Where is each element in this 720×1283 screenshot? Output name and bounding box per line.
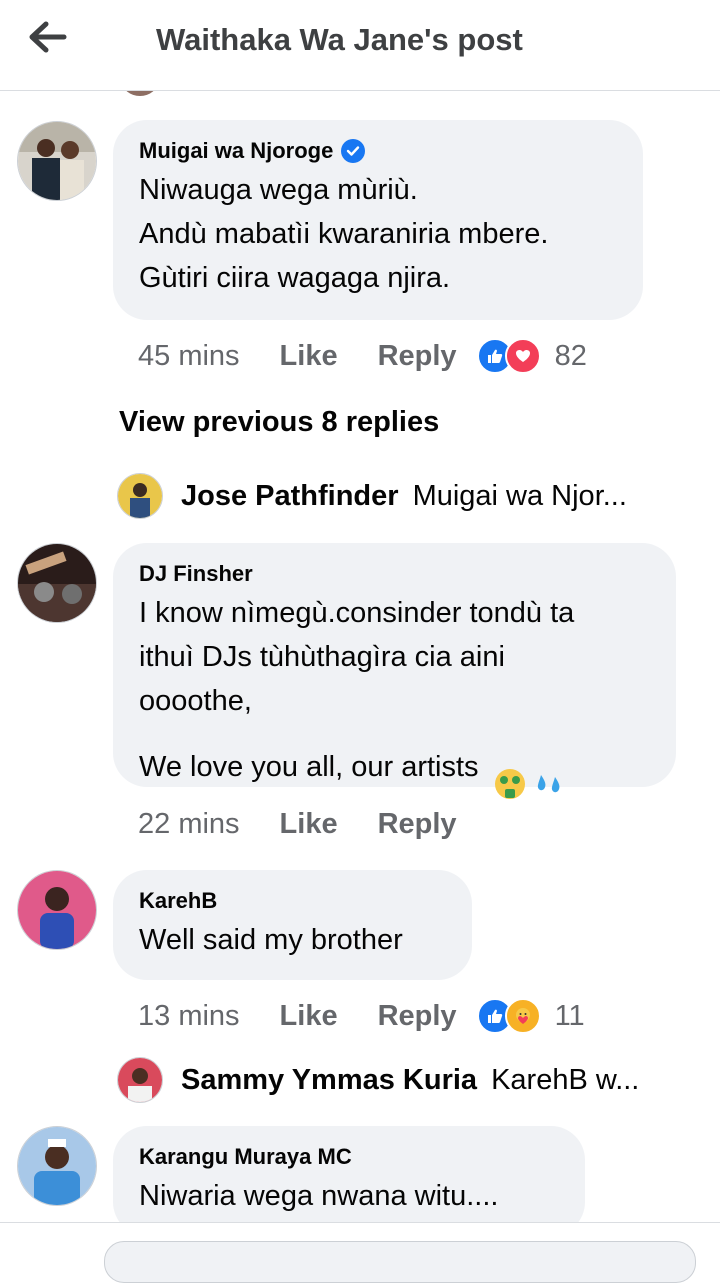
reply-button[interactable]: Reply [378,340,457,373]
reply-preview[interactable]: Jose Pathfinder Muigai wa Njor... [117,472,627,520]
comment-bubble[interactable]: Karangu Muraya MC Niwaria wega nwana wit… [113,1126,585,1236]
reactions-summary[interactable]: 11 [476,998,585,1034]
author-name: KarehB [139,888,218,913]
reply-snippet: Muigai wa Njor... [412,479,627,512]
reply-button[interactable]: Reply [378,808,457,841]
reaction-count: 11 [554,999,585,1032]
comment-bubble[interactable]: DJ Finsher I know nìmegù.consinder tondù… [113,543,676,799]
comment-bubble[interactable]: KarehB Well said my brother [113,870,472,980]
avatar-karangu[interactable] [17,1126,97,1206]
comment-author[interactable]: KarehB [139,888,446,914]
verified-badge-icon [341,139,366,163]
money-mouth-face-icon [493,723,527,814]
reply-button[interactable]: Reply [378,1000,457,1033]
avatar-muigai[interactable] [17,121,97,201]
comment-input[interactable] [104,1241,696,1283]
comment-time[interactable]: 45 mins [138,340,240,373]
author-name: DJ Finsher [139,561,253,586]
sweat-droplets-icon [531,723,565,814]
author-name: Karangu Muraya MC [139,1144,352,1169]
back-button[interactable] [26,18,70,58]
comment-author[interactable]: DJ Finsher [139,561,650,587]
comment-actions: 45 mins Like Reply 82 [138,336,587,376]
avatar-sammy [117,1057,163,1103]
comment-actions: 22 mins Like Reply [138,804,457,844]
avatar-karehb[interactable] [17,870,97,950]
like-button[interactable]: Like [280,808,338,841]
comment-bubble[interactable]: Muigai wa Njoroge Niwauga wega mùriù. An… [113,120,643,320]
comment-author[interactable]: Karangu Muraya MC [139,1144,559,1170]
reply-author: Sammy Ymmas Kuria [181,1063,478,1096]
comment-text: Niwauga wega mùriù. Andù mabatìi kwarani… [139,174,549,294]
avatar-dj-finsher[interactable] [17,543,97,623]
comment-composer-bar [0,1222,720,1283]
reactions-summary[interactable]: 82 [476,338,587,374]
avatar-jose [117,473,163,519]
top-app-bar: Waithaka Wa Jane's post [0,0,720,91]
author-name: Muigai wa Njoroge [139,138,334,163]
love-reaction-icon [504,338,541,374]
comment-text: Well said my brother [139,924,403,956]
comment-text: Niwaria wega nwana witu.... [139,1180,499,1212]
page-title: Waithaka Wa Jane's post [156,22,523,57]
comment-time[interactable]: 13 mins [138,1000,240,1033]
reply-snippet: KarehB w... [491,1063,640,1096]
arrow-left-icon [29,21,67,53]
reaction-count: 82 [554,339,587,372]
view-previous-replies-link[interactable]: View previous 8 replies [119,406,439,439]
like-button[interactable]: Like [280,1000,338,1033]
comment-time[interactable]: 22 mins [138,808,240,841]
previous-comment-edge [0,90,720,98]
comment-author[interactable]: Muigai wa Njoroge [139,138,617,164]
comment-actions: 13 mins Like Reply 11 [138,996,585,1036]
reply-preview[interactable]: Sammy Ymmas Kuria KarehB w... [117,1056,639,1104]
reply-author: Jose Pathfinder [181,479,399,512]
like-button[interactable]: Like [280,340,338,373]
comment-text: I know nìmegù.consinder tondù ta ithuì D… [139,591,650,814]
care-reaction-icon [504,998,541,1034]
